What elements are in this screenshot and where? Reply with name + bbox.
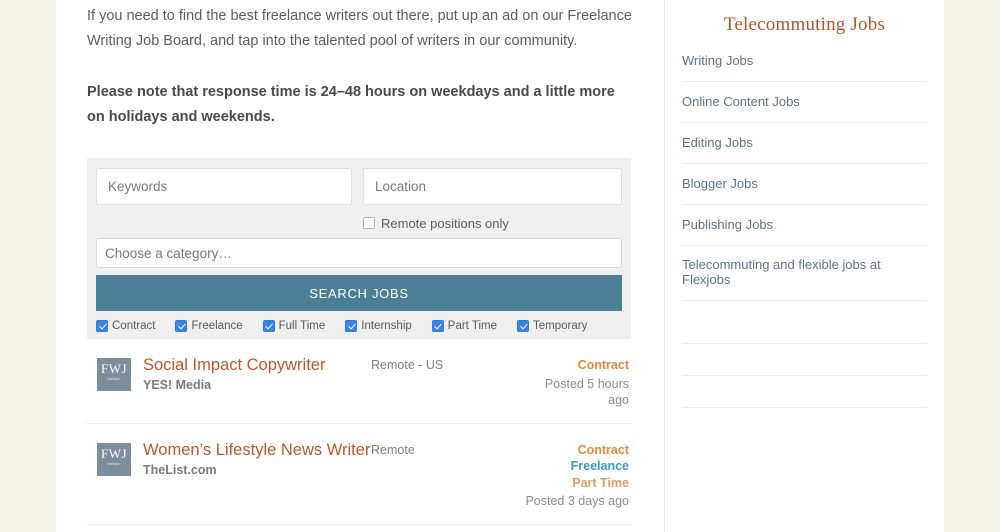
filter-part-time-checkbox[interactable]	[431, 320, 444, 332]
category-select-placeholder: Choose a category…	[105, 245, 232, 261]
filter-temporary-checkbox[interactable]	[517, 320, 529, 332]
sidebar-item-online-content-jobs[interactable]: Online Content Jobs	[682, 93, 927, 123]
job-list-item[interactable]: FWJ freelance Essay Mentor/Editor Get It…	[87, 525, 631, 532]
company-logo-monogram: FWJ	[100, 445, 128, 461]
page-root: If you need to find the best freelance w…	[0, 0, 1000, 532]
sidebar: Telecommuting Jobs Writing Jobs Online C…	[664, 0, 944, 532]
job-list-item[interactable]: FWJ freelance Women’s Lifestyle News Wri…	[87, 424, 631, 525]
filter-temporary-label: Temporary	[533, 320, 588, 332]
filter-temporary[interactable]: Temporary	[517, 320, 587, 332]
job-location: Remote - US	[371, 358, 444, 372]
sidebar-link-label[interactable]: Writing Jobs	[682, 53, 753, 68]
sidebar-link-label[interactable]: Editing Jobs	[682, 135, 753, 150]
filter-part-time[interactable]: Part Time	[431, 320, 497, 332]
job-type-filters: Contract Freelance Full Time Internship …	[96, 320, 622, 339]
job-type-badge: Freelance	[570, 459, 629, 473]
company-logo-subtext: freelance	[107, 377, 121, 381]
job-title-link[interactable]: Social Impact Copywriter	[143, 355, 371, 375]
content-sheet: If you need to find the best freelance w…	[56, 0, 944, 532]
filter-contract-checkbox[interactable]	[96, 320, 108, 332]
job-listings: FWJ freelance Social Impact Copywriter Y…	[87, 339, 631, 532]
job-primary-info: Social Impact Copywriter YES! Media	[131, 355, 371, 392]
sidebar-link-label[interactable]: Blogger Jobs	[682, 176, 758, 191]
sidebar-link-list: Writing Jobs Online Content Jobs Editing…	[665, 52, 944, 301]
job-meta: Contract Posted 5 hours ago	[521, 355, 631, 409]
filter-internship[interactable]: Internship	[345, 320, 412, 332]
filter-freelance-label: Freelance	[191, 320, 243, 332]
company-logo-subtext: freelance	[107, 461, 121, 466]
sidebar-empty-row	[682, 376, 927, 408]
sidebar-empty-row	[682, 344, 927, 376]
job-type-badge: Part Time	[572, 475, 629, 490]
filter-full-time-label: Full Time	[278, 320, 326, 332]
filter-contract[interactable]: Contract	[96, 320, 155, 332]
search-jobs-button[interactable]: SEARCH JOBS	[96, 275, 622, 311]
keywords-input[interactable]: Keywords	[96, 168, 352, 205]
filter-contract-label: Contract	[112, 320, 156, 332]
company-logo-icon: FWJ freelance	[97, 442, 131, 476]
sidebar-item-editing-jobs[interactable]: Editing Jobs	[682, 134, 927, 164]
job-type-badge: Contract	[577, 442, 629, 457]
remote-only-row: Remote positions only	[96, 210, 622, 236]
sidebar-item-writing-jobs[interactable]: Writing Jobs	[682, 52, 927, 82]
keywords-input-placeholder: Keywords	[108, 179, 168, 194]
job-meta: Contract Freelance Part Time Posted 3 da…	[521, 440, 631, 510]
main-content-column: If you need to find the best freelance w…	[56, 0, 664, 532]
sidebar-link-label[interactable]: Online Content Jobs	[682, 94, 800, 109]
remote-only-label: Remote positions only	[381, 215, 509, 231]
filter-freelance-checkbox[interactable]	[175, 320, 188, 332]
sidebar-empty-rows	[665, 312, 944, 408]
sidebar-link-label[interactable]: Telecommuting and flexible jobs at Flexj…	[682, 257, 927, 287]
search-fields-row: Keywords Location	[96, 168, 622, 205]
two-column-layout: If you need to find the best freelance w…	[56, 0, 944, 532]
job-search-form: Keywords Location Remote positions only …	[87, 158, 631, 339]
job-posted-date: Posted 3 days ago	[525, 494, 629, 508]
company-logo-monogram: FWJ	[100, 361, 128, 376]
job-title-link[interactable]: Women’s Lifestyle News Writer	[143, 440, 371, 460]
company-logo-icon: FWJ freelance	[97, 358, 131, 391]
sidebar-widget-title: Telecommuting Jobs	[723, 14, 886, 35]
job-location: Remote	[371, 442, 415, 457]
job-company-name: TheList.com	[143, 462, 217, 477]
intro-paragraph: If you need to find the best freelance w…	[87, 8, 632, 49]
location-input[interactable]: Location	[363, 168, 622, 205]
sidebar-item-publishing-jobs[interactable]: Publishing Jobs	[682, 216, 927, 246]
job-posted-date: Posted 5 hours ago	[544, 376, 629, 408]
location-input-placeholder: Location	[375, 179, 427, 194]
sidebar-item-blogger-jobs[interactable]: Blogger Jobs	[682, 175, 927, 205]
sidebar-empty-row	[682, 312, 927, 344]
job-company-name: YES! Media	[143, 378, 212, 392]
filter-freelance[interactable]: Freelance	[175, 320, 243, 332]
filter-part-time-label: Part Time	[447, 320, 497, 332]
sidebar-link-label[interactable]: Publishing Jobs	[682, 217, 773, 232]
filter-internship-label: Internship	[361, 320, 412, 332]
job-type-badge: Contract	[577, 358, 629, 372]
filter-full-time-checkbox[interactable]	[262, 320, 275, 332]
filter-full-time[interactable]: Full Time	[262, 320, 326, 332]
category-select[interactable]: Choose a category…	[96, 238, 622, 268]
job-list-item[interactable]: FWJ freelance Social Impact Copywriter Y…	[87, 339, 631, 424]
response-time-note: Please note that response time is 24–48 …	[87, 84, 615, 125]
job-primary-info: Women’s Lifestyle News Writer TheList.co…	[131, 440, 371, 477]
sidebar-item-flexjobs[interactable]: Telecommuting and flexible jobs at Flexj…	[682, 257, 927, 301]
filter-internship-checkbox[interactable]	[345, 320, 358, 332]
remote-only-checkbox[interactable]	[363, 217, 375, 229]
